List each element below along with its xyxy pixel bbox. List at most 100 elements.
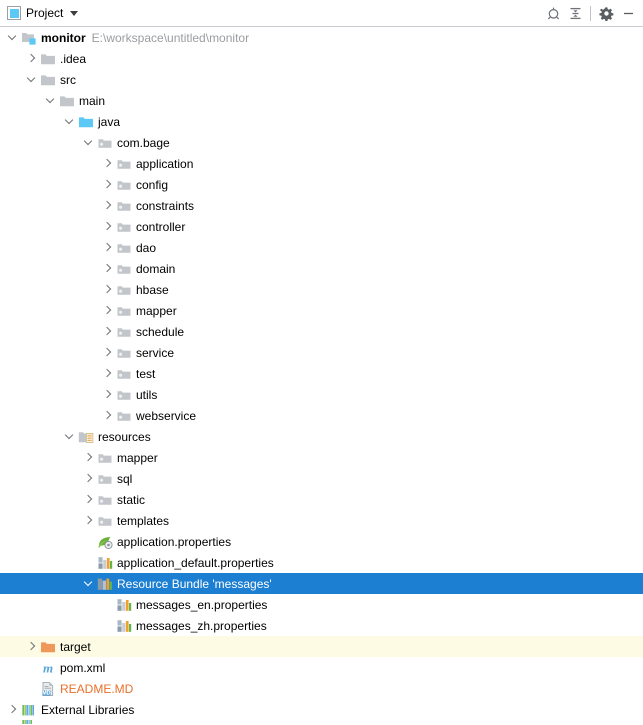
tree-row[interactable]: webservice	[0, 405, 643, 426]
tree-row[interactable]: .idea	[0, 48, 643, 69]
project-tool-window-tab[interactable]: Project	[7, 6, 79, 20]
tree-node-label: .idea	[60, 51, 87, 66]
expand-node-icon[interactable]	[100, 258, 116, 279]
tree-row[interactable]: main	[0, 90, 643, 111]
tree-node-label: hbase	[136, 282, 169, 297]
external-libraries-icon	[21, 702, 37, 718]
package-icon	[116, 261, 132, 277]
tree-row[interactable]: m pom.xml	[0, 657, 643, 678]
maven-pom-icon: m	[40, 660, 56, 676]
expand-node-icon[interactable]	[24, 636, 40, 657]
tree-row[interactable]: messages_zh.properties	[0, 615, 643, 636]
tree-row[interactable]: domain	[0, 258, 643, 279]
tree-row[interactable]: service	[0, 342, 643, 363]
tree-row[interactable]: utils	[0, 384, 643, 405]
tree-row[interactable]: MD README.MD	[0, 678, 643, 699]
resource-bundle-icon	[97, 576, 113, 592]
collapse-node-icon[interactable]	[62, 426, 78, 447]
expand-node-icon[interactable]	[100, 279, 116, 300]
tree-node-label: sql	[117, 471, 133, 486]
tree-row[interactable]: resources	[0, 426, 643, 447]
tree-node-label: utils	[136, 387, 158, 402]
tree-row[interactable]: config	[0, 174, 643, 195]
collapse-all-button[interactable]	[564, 2, 586, 24]
tree-row[interactable]	[0, 720, 643, 725]
tree-node-label: config	[136, 177, 169, 192]
tree-row[interactable]: templates	[0, 510, 643, 531]
expand-node-icon[interactable]	[100, 237, 116, 258]
tree-row[interactable]: application	[0, 153, 643, 174]
tree-row[interactable]: dao	[0, 237, 643, 258]
tree-row[interactable]: com.bage	[0, 132, 643, 153]
expand-node-icon[interactable]	[5, 699, 21, 720]
tree-node-label: External Libraries	[41, 702, 135, 717]
tree-row[interactable]: application.properties	[0, 531, 643, 552]
expand-node-icon[interactable]	[100, 321, 116, 342]
twisty-placeholder	[100, 594, 116, 615]
tree-row[interactable]: mapper	[0, 300, 643, 321]
expand-node-icon[interactable]	[81, 489, 97, 510]
package-icon	[116, 156, 132, 172]
tree-row[interactable]: sql	[0, 468, 643, 489]
collapse-node-icon[interactable]	[62, 111, 78, 132]
tree-row[interactable]: controller	[0, 216, 643, 237]
collapse-node-icon[interactable]	[81, 132, 97, 153]
package-icon	[116, 198, 132, 214]
expand-node-icon[interactable]	[100, 174, 116, 195]
expand-node-icon[interactable]	[81, 510, 97, 531]
expand-node-icon[interactable]	[100, 363, 116, 384]
tree-node-label: src	[60, 72, 76, 87]
package-icon	[116, 387, 132, 403]
collapse-node-icon[interactable]	[24, 69, 40, 90]
minimize-button[interactable]	[617, 2, 639, 24]
tree-node-label: mapper	[136, 303, 177, 318]
tree-row[interactable]: application_default.properties	[0, 552, 643, 573]
twisty-placeholder	[81, 552, 97, 573]
settings-button[interactable]	[595, 2, 617, 24]
tree-row[interactable]: constraints	[0, 195, 643, 216]
collapse-node-icon[interactable]	[43, 90, 59, 111]
tree-node-label: messages_en.properties	[136, 597, 268, 612]
expand-node-icon[interactable]	[100, 300, 116, 321]
properties-file-icon	[116, 597, 132, 613]
expand-node-icon[interactable]	[100, 216, 116, 237]
tree-node-label: service	[136, 345, 175, 360]
tree-node-label: main	[79, 93, 106, 108]
expand-node-icon[interactable]	[100, 195, 116, 216]
expand-node-icon[interactable]	[81, 468, 97, 489]
tool-window-header: Project	[0, 0, 643, 27]
tree-row[interactable]: mapper	[0, 447, 643, 468]
tree-row[interactable]: java	[0, 111, 643, 132]
tree-node-label: application_default.properties	[117, 555, 274, 570]
source-root-folder-icon	[78, 114, 94, 130]
tree-row[interactable]: External Libraries	[0, 699, 643, 720]
tree-node-label: static	[117, 492, 146, 507]
tree-row[interactable]: target	[0, 636, 643, 657]
tree-node-label: pom.xml	[60, 660, 106, 675]
tree-row[interactable]: schedule	[0, 321, 643, 342]
expand-node-icon[interactable]	[100, 342, 116, 363]
tree-row[interactable]: src	[0, 69, 643, 90]
package-icon	[116, 177, 132, 193]
collapse-node-icon[interactable]	[5, 27, 21, 48]
tree-row[interactable]: Resource Bundle 'messages'	[0, 573, 643, 594]
expand-node-icon[interactable]	[81, 447, 97, 468]
tree-row[interactable]: test	[0, 363, 643, 384]
package-icon	[97, 471, 113, 487]
project-tree[interactable]: monitor E:\workspace\untitled\monitor .ide…	[0, 27, 643, 725]
locate-icon	[547, 7, 559, 19]
collapse-node-icon[interactable]	[81, 573, 97, 594]
tree-row[interactable]: hbase	[0, 279, 643, 300]
package-icon	[97, 135, 113, 151]
tree-node-label: domain	[136, 261, 176, 276]
tree-row[interactable]: messages_en.properties	[0, 594, 643, 615]
module-folder-icon	[21, 30, 37, 46]
expand-node-icon[interactable]	[24, 48, 40, 69]
chevron-down-icon[interactable]	[70, 10, 79, 16]
tree-row[interactable]: static	[0, 489, 643, 510]
expand-node-icon[interactable]	[100, 405, 116, 426]
expand-node-icon[interactable]	[100, 153, 116, 174]
locate-button[interactable]	[542, 2, 564, 24]
tree-row[interactable]: monitor E:\workspace\untitled\monitor	[0, 27, 643, 48]
expand-node-icon[interactable]	[100, 384, 116, 405]
